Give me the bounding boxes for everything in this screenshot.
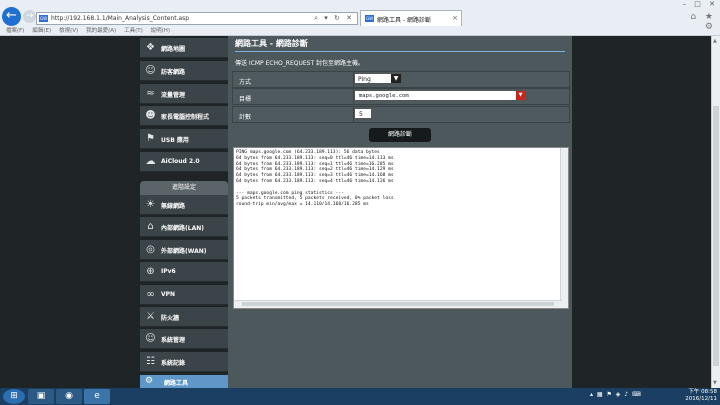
- site-favicon-icon: GW: [39, 15, 48, 22]
- sidebar-item-label: VPN: [161, 291, 176, 298]
- target-input[interactable]: maps.google.com ▼: [354, 90, 526, 101]
- address-controls[interactable]: ⌕ ▾ ↻ ✕: [314, 14, 354, 23]
- menu-bar: 檔案(F) 編輯(E) 檢視(V) 我的最愛(A) 工具(T) 說明(H): [0, 26, 720, 36]
- sidebar-item-parental-control[interactable]: ☻ 家長電腦控制程式: [140, 106, 228, 126]
- scroll-thumb[interactable]: [713, 106, 719, 366]
- method-select-value: Ping: [358, 76, 371, 83]
- scroll-up-icon[interactable]: ▲: [713, 38, 717, 44]
- menu-tools[interactable]: 工具(T): [124, 28, 143, 34]
- start-button[interactable]: ⊞: [3, 389, 25, 404]
- sidebar-item-label: 網路地圖: [161, 46, 186, 53]
- sidebar-item-label: USB 應用: [161, 137, 189, 144]
- chevron-down-icon[interactable]: ▼: [391, 74, 401, 83]
- output-scroll-thumb[interactable]: [242, 302, 554, 306]
- sidebar-item-administration[interactable]: ☺ 系統管理: [140, 329, 228, 349]
- menu-view[interactable]: 檢視(V): [59, 28, 78, 34]
- cloud-icon: ☁: [145, 156, 156, 167]
- sidebar-item-traffic-manager[interactable]: ≈ 流量管理: [140, 84, 228, 104]
- sidebar-item-network-map[interactable]: ❖ 網路地圖: [140, 38, 228, 58]
- sidebar-item-label: 無線網路: [161, 203, 186, 210]
- tools-icon: ⚙: [145, 376, 154, 386]
- taskbar-app-ie[interactable]: e: [84, 389, 110, 404]
- sidebar-advanced-header: 進階設定: [140, 181, 228, 195]
- scroll-down-icon[interactable]: ▼: [713, 380, 717, 386]
- sidebar-item-label: 外部網路(WAN): [161, 248, 207, 255]
- menu-edit[interactable]: 編輯(E): [32, 28, 51, 34]
- output-vertical-scrollbar[interactable]: [560, 148, 568, 308]
- network-map-icon: ❖: [146, 42, 155, 53]
- diagnostic-output[interactable]: PING maps.google.com (64.233.189.113): 5…: [233, 147, 569, 309]
- parental-icon: ☻: [145, 110, 156, 121]
- count-input[interactable]: 5: [354, 108, 372, 119]
- sidebar-item-network-tools[interactable]: ⚙ 網路工具: [140, 375, 228, 388]
- sidebar-item-label: 訪客網路: [161, 69, 186, 76]
- log-icon: ☷: [146, 356, 155, 367]
- sidebar-item-wireless[interactable]: ☀ 無線網路: [140, 195, 228, 215]
- sidebar-item-lan[interactable]: ⌂ 內部網路(LAN): [140, 217, 228, 237]
- globe-icon: ◎: [146, 244, 155, 255]
- vpn-icon: ∞: [146, 289, 155, 300]
- sidebar-item-vpn[interactable]: ∞ VPN: [140, 285, 228, 305]
- taskbar-clock[interactable]: 下午 08:58 2016/12/11: [673, 389, 717, 402]
- tab-close-icon[interactable]: ×: [452, 14, 458, 22]
- menu-file[interactable]: 檔案(F): [6, 28, 24, 34]
- taskbar-app-chrome[interactable]: ◉: [56, 389, 82, 404]
- sidebar-item-ipv6[interactable]: ⊕ IPv6: [140, 262, 228, 282]
- menu-help[interactable]: 說明(H): [151, 28, 170, 34]
- admin-icon: ☺: [145, 333, 156, 344]
- sidebar-item-firewall[interactable]: ⚔ 防火牆: [140, 307, 228, 327]
- page-scrollbar[interactable]: ▲ ▼: [711, 36, 720, 388]
- method-select[interactable]: Ping ▼: [354, 73, 402, 84]
- back-button[interactable]: ←: [2, 7, 21, 26]
- target-label: 目標: [239, 96, 252, 103]
- menu-favorites[interactable]: 我的最愛(A): [86, 28, 116, 34]
- clock-date: 2016/12/11: [685, 395, 717, 402]
- diagnose-button[interactable]: 網路診斷: [369, 128, 431, 142]
- sidebar-item-label: 流量管理: [161, 92, 186, 99]
- output-horizontal-scrollbar[interactable]: [234, 300, 562, 308]
- taskbar-app-explorer[interactable]: ▣: [28, 389, 54, 404]
- page-title: 網路工具 - 網路診斷: [235, 39, 308, 48]
- sidebar-item-label: 系統記錄: [161, 360, 186, 367]
- forward-button[interactable]: →: [23, 10, 36, 23]
- browser-toolbar-icons[interactable]: ⌂ ★ ⚙: [676, 12, 716, 32]
- ipv6-icon: ⊕: [146, 266, 155, 277]
- method-label: 方式: [239, 79, 252, 86]
- sidebar-item-label: IPv6: [161, 268, 176, 275]
- wifi-icon: ☀: [146, 199, 155, 210]
- target-input-value: maps.google.com: [359, 93, 409, 99]
- sidebar-item-label: 系統管理: [161, 337, 186, 344]
- sidebar-item-aicloud[interactable]: ☁ AiCloud 2.0: [140, 152, 228, 172]
- sidebar-item-guest-network[interactable]: ☺ 訪客網路: [140, 61, 228, 81]
- form-row-count: 計數: [232, 106, 570, 123]
- sidebar-item-wan[interactable]: ◎ 外部網路(WAN): [140, 240, 228, 260]
- browser-tab[interactable]: GW 網路工具 - 網路診斷 ×: [360, 10, 462, 26]
- target-dropdown-icon[interactable]: ▼: [516, 91, 525, 100]
- sidebar-item-label: 網路工具: [164, 380, 189, 387]
- address-bar[interactable]: GW http://192.168.1.1/Main_Analysis_Cont…: [36, 12, 358, 25]
- sidebar-item-label: 內部網路(LAN): [161, 225, 204, 232]
- title-divider: [235, 51, 565, 52]
- sidebar-item-label: 家長電腦控制程式: [161, 114, 210, 121]
- tab-label: 網路工具 - 網路診斷: [377, 17, 431, 24]
- window-controls[interactable]: – □ ✕: [678, 0, 718, 10]
- count-input-value: 5: [359, 111, 363, 118]
- traffic-icon: ≈: [146, 88, 155, 99]
- firewall-icon: ⚔: [146, 311, 155, 322]
- system-tray-icons[interactable]: ▴ ▦ ⚑ ◈ ♪ ⌨: [590, 391, 642, 398]
- tab-favicon-icon: GW: [365, 15, 374, 22]
- sidebar-item-label: 防火牆: [161, 315, 180, 322]
- home-icon: ⌂: [147, 221, 154, 232]
- sidebar-item-usb-application[interactable]: ⚑ USB 應用: [140, 129, 228, 149]
- sidebar-item-label: AiCloud 2.0: [161, 158, 200, 165]
- count-label: 計數: [239, 114, 252, 121]
- guest-icon: ☺: [145, 65, 156, 76]
- page-description: 傳送 ICMP ECHO_REQUEST 封包至網路主機。: [235, 60, 365, 67]
- diagnostic-output-text: PING maps.google.com (64.233.189.113): 5…: [236, 150, 394, 208]
- address-url[interactable]: http://192.168.1.1/Main_Analysis_Content…: [51, 15, 189, 22]
- usb-icon: ⚑: [146, 133, 155, 144]
- sidebar-item-system-log[interactable]: ☷ 系統記錄: [140, 352, 228, 372]
